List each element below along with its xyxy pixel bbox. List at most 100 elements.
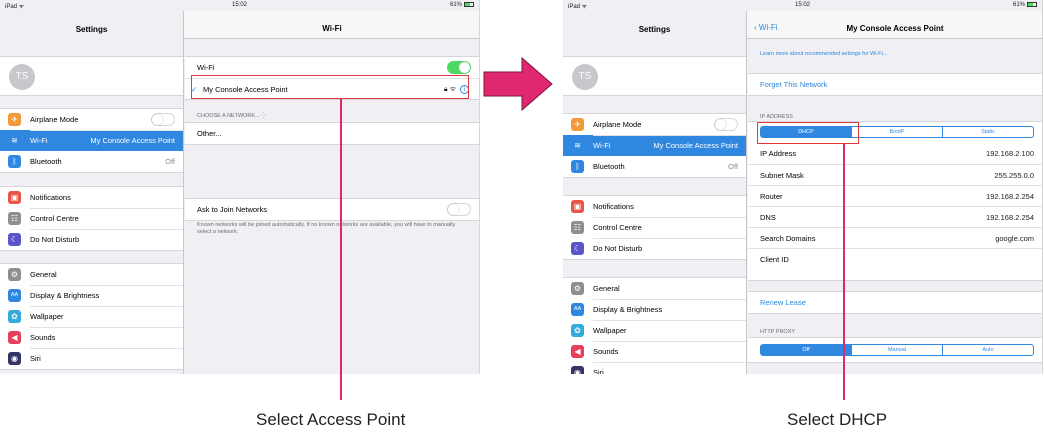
segment-auto[interactable]: Auto bbox=[942, 345, 1033, 355]
sidebar-item-wallpaper[interactable]: ✿ Wallpaper bbox=[563, 320, 746, 341]
sidebar-item-label: Wi-Fi bbox=[593, 141, 611, 150]
ip-row-search-domains[interactable]: Search Domains google.com bbox=[748, 227, 1042, 248]
siri-icon: ◉ bbox=[8, 352, 21, 365]
ask-join-toggle[interactable] bbox=[447, 203, 471, 216]
ask-join-footnote: Known networks will be joined automatica… bbox=[197, 222, 456, 235]
profile-card[interactable]: TS bbox=[0, 56, 183, 96]
airplane-icon: ✈ bbox=[571, 118, 584, 131]
spinner-icon: ⁛ bbox=[261, 113, 266, 119]
sidebar-item-general[interactable]: ⚙ General bbox=[563, 278, 746, 299]
sidebar-item-label: Do Not Disturb bbox=[30, 235, 80, 244]
sidebar-item-notifications[interactable]: ▣ Notifications bbox=[563, 196, 746, 217]
sidebar-item-notifications[interactable]: ▣ Notifications bbox=[0, 187, 183, 208]
wallpaper-icon: ✿ bbox=[571, 324, 584, 337]
sidebar-item-value: My Console Access Point bbox=[653, 141, 738, 150]
ip-row-dns[interactable]: DNS 192.168.2.254 bbox=[748, 206, 1042, 227]
ip-address-header: IP ADDRESS bbox=[760, 114, 793, 120]
do-not-disturb-icon: ☾ bbox=[8, 233, 21, 246]
sidebar-item-label: Wallpaper bbox=[593, 326, 627, 335]
sidebar-item-wi-fi[interactable]: ≋ Wi-Fi My Console Access Point bbox=[0, 130, 183, 151]
wifi-toggle[interactable] bbox=[447, 61, 471, 74]
sidebar-item-siri[interactable]: ◉ Siri bbox=[0, 348, 183, 369]
airplane-mode-toggle[interactable] bbox=[714, 118, 738, 131]
choose-network-header: CHOOSE A NETWORK... ⁛ bbox=[197, 113, 266, 119]
forget-group: Forget This Network bbox=[748, 73, 1042, 96]
ip-row-label: Search Domains bbox=[760, 234, 816, 243]
learn-more-link[interactable]: Learn more about recommended settings fo… bbox=[760, 51, 1032, 58]
sidebar-item-label: Notifications bbox=[593, 202, 634, 211]
ip-row-ip-address[interactable]: IP Address 192.168.2.100 bbox=[748, 143, 1042, 164]
profile-card[interactable]: TS bbox=[563, 56, 746, 96]
sidebar-item-label: Display & Brightness bbox=[30, 291, 100, 300]
sidebar-item-siri[interactable]: ◉ Siri bbox=[563, 362, 746, 374]
other-network-row[interactable]: Other... bbox=[185, 123, 479, 144]
detail-title: Wi-Fi bbox=[322, 24, 342, 33]
ip-row-router[interactable]: Router 192.168.2.254 bbox=[748, 185, 1042, 206]
sidebar-item-label: General bbox=[30, 270, 57, 279]
avatar[interactable]: TS bbox=[572, 64, 598, 90]
network-detail-pane: ‹ Wi-Fi My Console Access Point Learn mo… bbox=[748, 11, 1042, 374]
ip-row-label: Client ID bbox=[760, 255, 789, 264]
sidebar-item-label: Siri bbox=[30, 354, 41, 363]
sidebar-item-general[interactable]: ⚙ General bbox=[0, 264, 183, 285]
sidebar-item-airplane-mode[interactable]: ✈ Airplane Mode bbox=[563, 114, 746, 135]
wifi-icon: ≋ bbox=[8, 134, 21, 147]
pointer-line-left bbox=[340, 98, 342, 400]
sidebar-item-bluetooth[interactable]: ᛒ Bluetooth Off bbox=[563, 156, 746, 177]
arrow-icon bbox=[483, 56, 553, 112]
proxy-group: Off Manual Auto bbox=[748, 337, 1042, 363]
detail-title: My Console Access Point bbox=[846, 24, 944, 33]
sidebar-item-airplane-mode[interactable]: ✈ Airplane Mode bbox=[0, 109, 183, 130]
sidebar-item-display-brightness[interactable]: AA Display & Brightness bbox=[563, 299, 746, 320]
battery-status: 61% bbox=[450, 2, 474, 8]
sounds-icon: ◀ bbox=[571, 345, 584, 358]
sidebar-item-bluetooth[interactable]: ᛒ Bluetooth Off bbox=[0, 151, 183, 172]
status-bar: iPad ᯤ 15:02 61% bbox=[0, 0, 479, 11]
ip-row-label: DNS bbox=[760, 213, 776, 222]
segment-bootp[interactable]: BootP bbox=[851, 127, 942, 137]
forget-network-button[interactable]: Forget This Network bbox=[748, 74, 1042, 95]
sidebar-item-label: General bbox=[593, 284, 620, 293]
sounds-icon: ◀ bbox=[8, 331, 21, 344]
segment-off[interactable]: Off bbox=[761, 345, 851, 355]
sidebar-item-wi-fi[interactable]: ≋ Wi-Fi My Console Access Point bbox=[563, 135, 746, 156]
sidebar-item-label: Siri bbox=[593, 368, 604, 374]
sidebar-item-wallpaper[interactable]: ✿ Wallpaper bbox=[0, 306, 183, 327]
renew-lease-button[interactable]: Renew Lease bbox=[748, 292, 1042, 313]
siri-icon: ◉ bbox=[571, 366, 584, 374]
clock: 15:02 bbox=[231, 2, 247, 8]
avatar[interactable]: TS bbox=[9, 64, 35, 90]
wallpaper-icon: ✿ bbox=[8, 310, 21, 323]
sidebar-item-control-centre[interactable]: ☷ Control Centre bbox=[0, 208, 183, 229]
sidebar-item-label: Control Centre bbox=[30, 214, 79, 223]
ask-join-row: Ask to Join Networks bbox=[185, 199, 479, 220]
control-centre-icon: ☷ bbox=[8, 212, 21, 225]
sidebar-item-sounds[interactable]: ◀ Sounds bbox=[563, 341, 746, 362]
wifi-detail-pane: Wi-Fi Wi-Fi ✓ My Console Access Point 🔒︎… bbox=[185, 11, 479, 374]
battery-icon bbox=[464, 2, 474, 7]
segment-manual[interactable]: Manual bbox=[851, 345, 942, 355]
display-icon: AA bbox=[8, 289, 21, 302]
segment-static[interactable]: Static bbox=[942, 127, 1033, 137]
sidebar-item-label: Wi-Fi bbox=[30, 136, 48, 145]
sidebar-item-sounds[interactable]: ◀ Sounds bbox=[0, 327, 183, 348]
sidebar-item-do-not-disturb[interactable]: ☾ Do Not Disturb bbox=[0, 229, 183, 250]
highlight-box-dhcp bbox=[757, 122, 859, 144]
ip-row-subnet-mask[interactable]: Subnet Mask 255.255.0.0 bbox=[748, 164, 1042, 185]
sidebar-item-label: Display & Brightness bbox=[593, 305, 663, 314]
ip-row-client-id[interactable]: Client ID bbox=[748, 248, 1042, 269]
sidebar-item-display-brightness[interactable]: AA Display & Brightness bbox=[0, 285, 183, 306]
airplane-mode-toggle[interactable] bbox=[151, 113, 175, 126]
bluetooth-icon: ᛒ bbox=[571, 160, 584, 173]
ip-rows: IP Address 192.168.2.100 Subnet Mask 255.25… bbox=[748, 143, 1042, 269]
sidebar-group-system: ▣ Notifications ☷ Control Centre ☾ Do Not Dis… bbox=[563, 195, 746, 260]
proxy-mode-segmented-control[interactable]: Off Manual Auto bbox=[760, 344, 1034, 356]
sidebar-item-do-not-disturb[interactable]: ☾ Do Not Disturb bbox=[563, 238, 746, 259]
sidebar-title: Settings bbox=[638, 25, 671, 34]
caption-select-access-point: Select Access Point bbox=[256, 410, 406, 429]
do-not-disturb-icon: ☾ bbox=[571, 242, 584, 255]
sidebar-item-label: Sounds bbox=[30, 333, 56, 342]
ask-join-group: Ask to Join Networks bbox=[185, 198, 479, 221]
sidebar-item-control-centre[interactable]: ☷ Control Centre bbox=[563, 217, 746, 238]
ip-row-value: google.com bbox=[995, 234, 1034, 243]
